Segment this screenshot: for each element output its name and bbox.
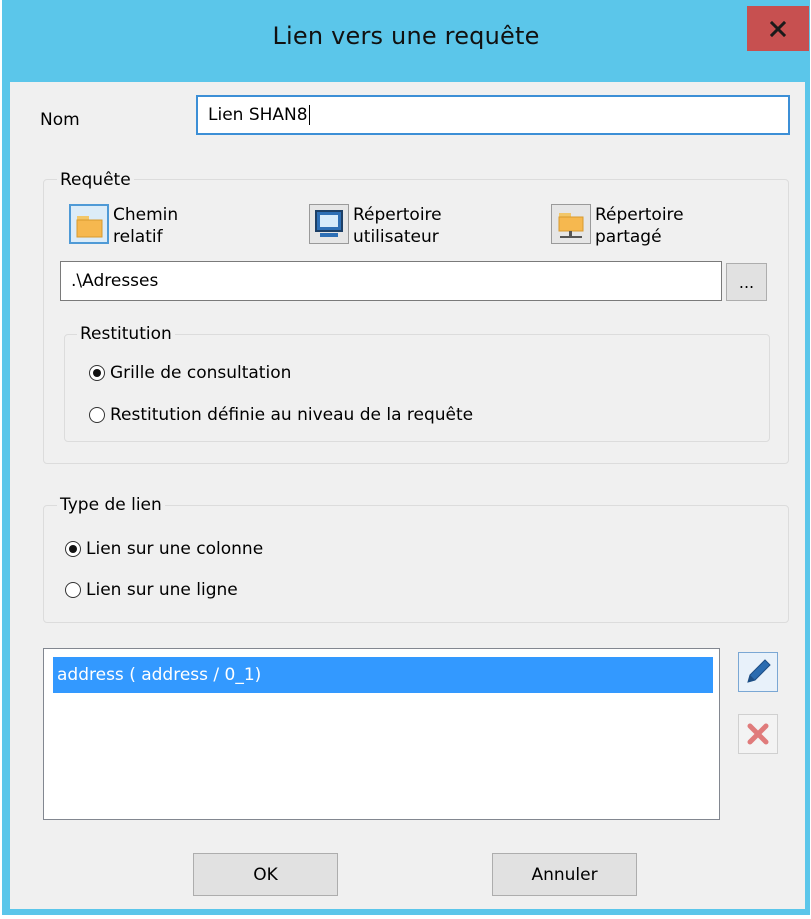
radio-link-column[interactable]: Lien sur une colonne — [65, 539, 263, 559]
query-group-title: Requête — [57, 170, 134, 190]
source-relative-path-label: Chemin relatif — [113, 205, 179, 247]
close-icon — [770, 20, 786, 37]
folder-icon — [69, 204, 109, 244]
dialog-title: Lien vers une requête — [272, 22, 540, 50]
name-input[interactable]: Lien SHAN8 — [196, 95, 790, 135]
list-item[interactable]: address ( address / 0_1) — [53, 657, 713, 693]
radio-link-column-label: Lien sur une colonne — [86, 539, 264, 559]
radio-link-row[interactable]: Lien sur une ligne — [65, 580, 238, 600]
radio-query-restitution[interactable]: Restitution définie au niveau de la requ… — [89, 405, 473, 425]
close-button[interactable] — [747, 6, 809, 51]
shared-folder-icon — [551, 204, 591, 244]
radio-indicator — [65, 541, 81, 557]
ok-button[interactable]: OK — [193, 853, 338, 896]
delete-icon — [747, 723, 769, 745]
radio-link-row-label: Lien sur une ligne — [86, 580, 238, 600]
link-type-group — [43, 505, 789, 623]
pencil-icon — [747, 659, 771, 683]
links-list[interactable]: address ( address / 0_1) — [43, 648, 720, 820]
radio-indicator — [89, 407, 105, 423]
name-label: Nom — [40, 110, 80, 130]
text-caret — [308, 105, 310, 125]
delete-button[interactable] — [738, 714, 778, 754]
source-user-directory-label: Répertoire utilisateur — [353, 205, 442, 247]
query-path-value: .\Adresses — [71, 271, 159, 291]
source-user-directory-button[interactable]: Répertoire utilisateur — [309, 204, 442, 248]
link-type-group-title: Type de lien — [57, 495, 165, 515]
restitution-group — [64, 334, 770, 442]
radio-consultation-grid-label: Grille de consultation — [110, 363, 292, 383]
source-shared-directory-label: Répertoire partagé — [595, 205, 684, 247]
radio-consultation-grid[interactable]: Grille de consultation — [89, 363, 291, 383]
radio-query-restitution-label: Restitution définie au niveau de la requ… — [110, 405, 474, 425]
title-bar: Lien vers une requête — [2, 0, 810, 82]
query-path-input[interactable]: .\Adresses — [60, 261, 722, 301]
radio-indicator — [89, 365, 105, 381]
source-shared-directory-button[interactable]: Répertoire partagé — [551, 204, 684, 248]
name-input-value: Lien SHAN8 — [208, 105, 308, 125]
restitution-group-title: Restitution — [77, 324, 175, 344]
edit-button[interactable] — [738, 652, 778, 692]
source-relative-path-button[interactable]: Chemin relatif — [69, 204, 178, 248]
browse-button[interactable]: ... — [726, 263, 767, 301]
monitor-icon — [309, 204, 349, 244]
radio-indicator — [65, 582, 81, 598]
cancel-button[interactable]: Annuler — [492, 853, 637, 896]
